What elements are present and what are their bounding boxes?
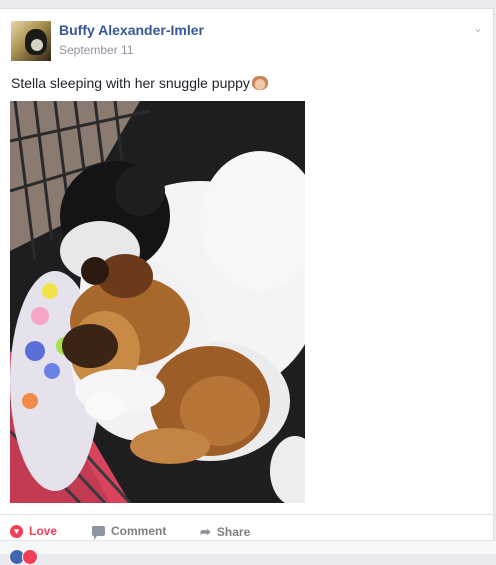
share-label: Share	[216, 525, 251, 539]
comment-label: Comment	[111, 524, 167, 538]
comment-button[interactable]: Comment	[92, 524, 167, 540]
share-button[interactable]: ➦ Share	[200, 524, 250, 540]
post-text: Stella sleeping with her snuggle puppy	[11, 75, 268, 91]
post-photo[interactable]	[10, 101, 305, 503]
reaction-icons	[9, 549, 38, 565]
love-button[interactable]: ♥ Love	[10, 524, 57, 538]
photo-illustration	[10, 101, 305, 503]
share-arrow-icon: ➦	[200, 524, 211, 539]
avatar-dog-face	[31, 39, 43, 51]
author-name[interactable]: Buffy Alexander-Imler	[59, 22, 204, 38]
heart-icon: ♥	[10, 524, 23, 538]
chevron-down-icon[interactable]: ⌄	[473, 21, 483, 35]
love-reaction-icon	[22, 549, 38, 565]
avatar[interactable]	[11, 21, 51, 61]
dog-face-emoji-icon	[251, 76, 268, 90]
reactions-footer[interactable]	[0, 540, 496, 565]
comment-icon	[92, 526, 105, 540]
post-text-body: Stella sleeping with her snuggle puppy	[11, 75, 250, 91]
love-label: Love	[29, 524, 58, 538]
post-card: Buffy Alexander-Imler September 11 ⌄ Ste…	[0, 8, 494, 553]
post-date[interactable]: September 11	[59, 43, 134, 57]
